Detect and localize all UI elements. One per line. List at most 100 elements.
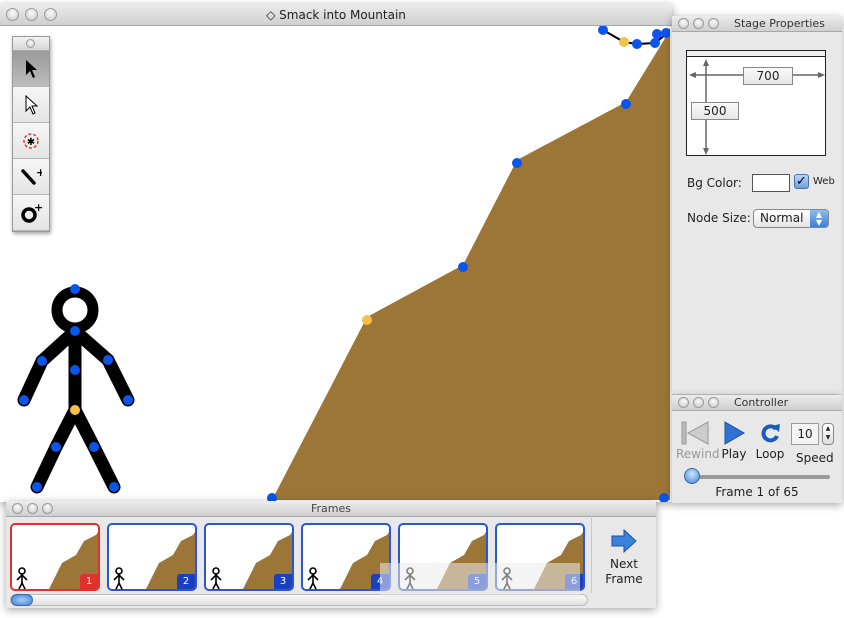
svg-text:+: + <box>36 166 42 179</box>
stage-dimensions-diagram: 700 500 <box>686 50 826 156</box>
rewind-icon <box>681 421 709 445</box>
main-window: ◇ Smack into Mountain ✱ + + <box>0 4 672 502</box>
bg-color-swatch[interactable] <box>752 174 790 192</box>
translucent-overlay <box>380 563 580 597</box>
minimize-button[interactable] <box>25 8 38 21</box>
pivot-node[interactable] <box>619 37 629 47</box>
speed-field[interactable]: 10 <box>791 423 819 445</box>
loop-button[interactable]: Loop <box>754 419 786 461</box>
close-button[interactable] <box>6 8 19 21</box>
zoom-button[interactable] <box>708 397 719 408</box>
rewind-label: Rewind <box>676 447 720 461</box>
frame-thumbnail[interactable]: 1 <box>10 523 100 591</box>
loop-icon <box>761 424 780 443</box>
panel-title: Stage Properties <box>734 17 825 30</box>
select-tool[interactable] <box>13 51 49 87</box>
stage-width-field[interactable]: 700 <box>743 67 793 85</box>
joint-node[interactable] <box>109 482 119 492</box>
joint-node[interactable] <box>32 482 42 492</box>
frame-slider-track[interactable] <box>686 475 830 479</box>
add-line-tool[interactable]: + <box>13 159 49 195</box>
minimize-button[interactable] <box>27 503 38 514</box>
joint-node[interactable] <box>652 29 662 39</box>
stick-figure[interactable] <box>17 286 135 494</box>
joint-node[interactable] <box>37 356 47 366</box>
stage-height-field[interactable]: 500 <box>691 102 739 120</box>
arrow-filled-icon <box>26 59 37 78</box>
add-circle-icon: + <box>21 202 42 223</box>
joint-node[interactable] <box>103 355 113 365</box>
controller-panel: Controller Rewind Play Loop 10 ▲ ▼ Speed … <box>672 395 842 503</box>
add-line-icon: + <box>21 166 42 185</box>
frame-number: 1 <box>80 574 98 589</box>
zoom-button[interactable] <box>708 18 719 29</box>
stage-drawing[interactable] <box>6 26 670 502</box>
loop-label: Loop <box>755 447 785 461</box>
toolbox-header[interactable] <box>13 37 49 51</box>
joint-node[interactable] <box>458 262 468 272</box>
minimize-button[interactable] <box>693 18 704 29</box>
arrow-outline-icon <box>25 94 39 115</box>
next-frame-button[interactable]: Next Frame <box>591 515 656 593</box>
stage-properties-titlebar[interactable]: Stage Properties <box>672 16 842 32</box>
close-button[interactable] <box>678 18 689 29</box>
add-circle-tool[interactable]: + <box>13 195 49 231</box>
mountain-shape[interactable] <box>272 28 670 500</box>
toolbox-palette: ✱ + + <box>12 36 50 232</box>
play-button[interactable]: Play <box>719 419 749 461</box>
joint-node[interactable] <box>632 39 642 49</box>
pivot-node[interactable] <box>70 405 80 415</box>
zoom-button[interactable] <box>44 8 57 21</box>
minimize-button[interactable] <box>693 397 704 408</box>
joint-node[interactable] <box>19 395 29 405</box>
toolbox-close-button[interactable] <box>26 39 35 48</box>
node-size-select[interactable]: Normal ▲ ▼ <box>753 209 829 228</box>
joint-node[interactable] <box>512 158 522 168</box>
joint-node[interactable] <box>51 442 61 452</box>
joint-node[interactable] <box>70 365 80 375</box>
next-frame-label-2: Frame <box>605 572 643 586</box>
joint-node[interactable] <box>650 38 660 48</box>
play-label: Play <box>721 447 747 461</box>
play-icon <box>724 421 745 445</box>
frame-thumbnail[interactable]: 3 <box>204 523 294 591</box>
svg-text:+: + <box>34 202 42 214</box>
direct-select-tool[interactable] <box>13 87 49 123</box>
frame-slider-knob[interactable] <box>684 468 700 484</box>
controller-titlebar[interactable]: Controller <box>672 395 842 411</box>
window-title: Smack into Mountain <box>279 8 406 22</box>
panel-controls <box>678 397 719 408</box>
frame-thumbnail[interactable]: 4 <box>301 523 391 591</box>
node-size-value: Normal <box>760 211 804 225</box>
joint-node[interactable] <box>70 326 80 336</box>
zoom-button[interactable] <box>42 503 53 514</box>
joint-node[interactable] <box>621 99 631 109</box>
web-checkbox[interactable]: ✓ <box>794 174 809 189</box>
frame-number: 3 <box>274 574 292 589</box>
close-button[interactable] <box>12 503 23 514</box>
main-titlebar[interactable]: ◇ Smack into Mountain <box>0 4 672 26</box>
rewind-button[interactable]: Rewind <box>676 419 720 461</box>
speed-stepper[interactable]: ▲ ▼ <box>822 423 834 445</box>
frame-thumbnail[interactable]: 2 <box>107 523 197 591</box>
panel-controls <box>678 18 719 29</box>
frames-titlebar[interactable]: Frames <box>6 501 656 517</box>
panel-title: Frames <box>310 502 351 515</box>
joint-node[interactable] <box>123 395 133 405</box>
edit-node-tool[interactable]: ✱ <box>13 123 49 159</box>
node-circle-icon: ✱ <box>23 132 39 149</box>
stage-canvas[interactable] <box>6 26 670 502</box>
bg-color-label: Bg Color: <box>687 176 742 190</box>
pivot-node[interactable] <box>362 315 372 325</box>
joint-node[interactable] <box>89 442 99 452</box>
close-button[interactable] <box>678 397 689 408</box>
scrollbar-knob[interactable] <box>11 594 33 606</box>
right-arrow-icon <box>611 528 637 554</box>
diamond-icon: ◇ <box>266 8 280 22</box>
joint-node[interactable] <box>70 284 80 294</box>
joint-node[interactable] <box>598 26 608 35</box>
panel-title: Controller <box>734 396 789 409</box>
window-controls <box>6 8 57 21</box>
select-arrows-icon: ▲ ▼ <box>810 210 828 227</box>
frame-counter: Frame 1 of 65 <box>715 485 799 499</box>
